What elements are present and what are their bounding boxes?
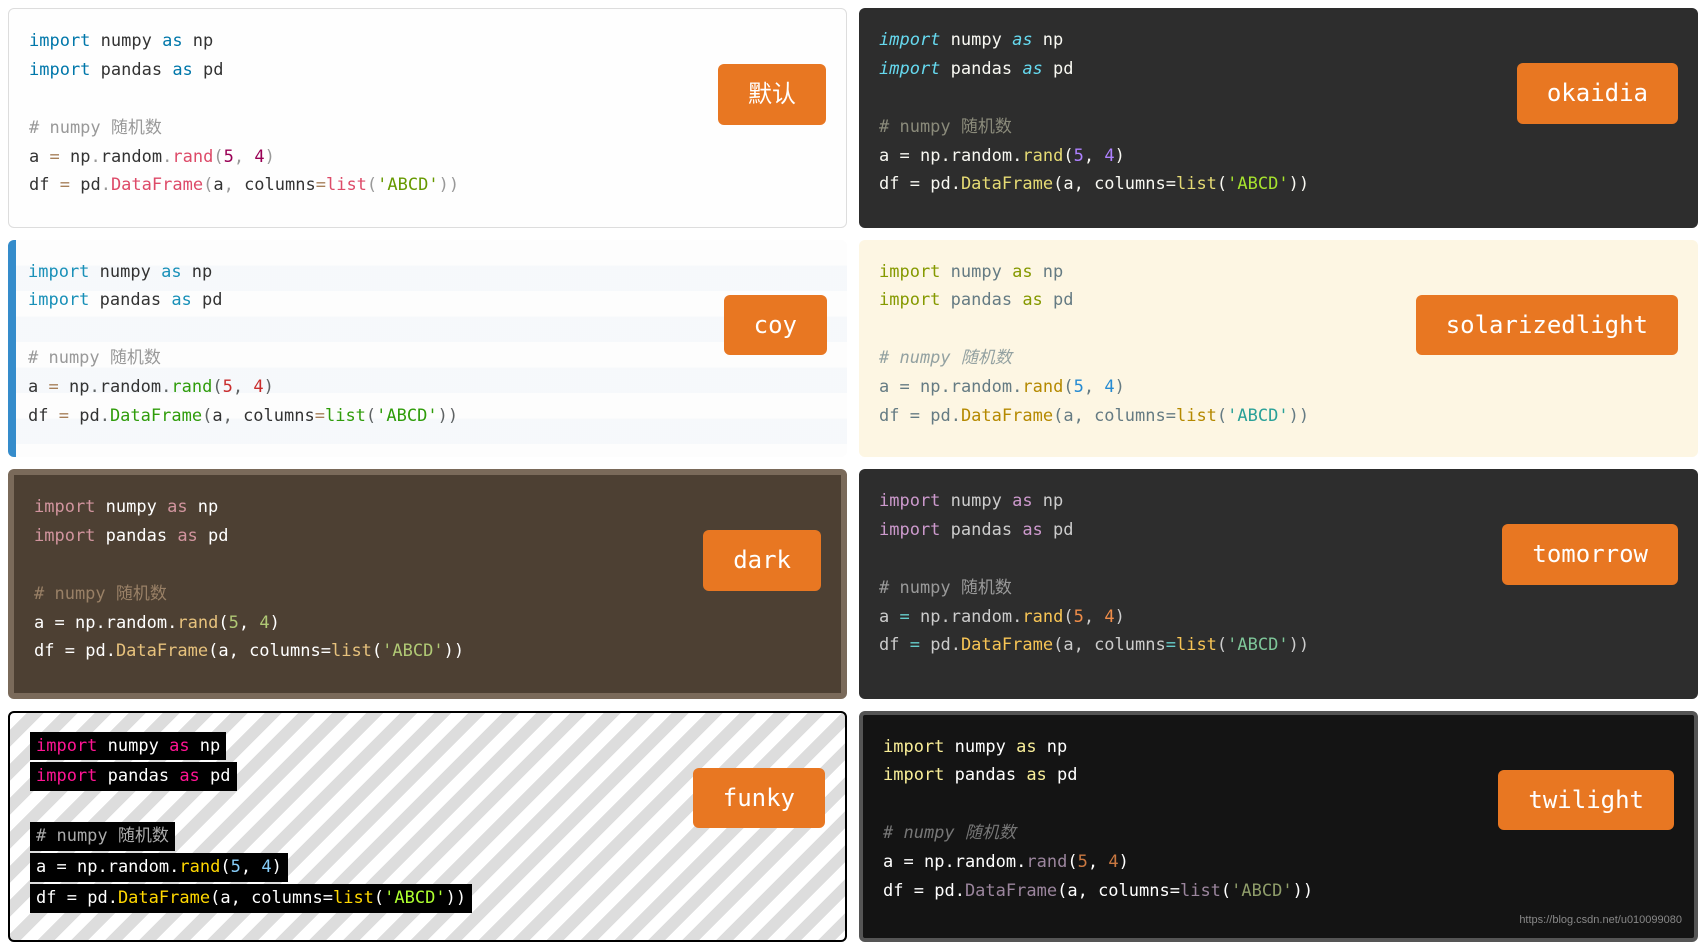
code-line: df = pd.DataFrame(a, columns=list('ABCD'… [29,171,826,200]
code-line [28,315,827,344]
theme-panel-twilight: twilight import numpy as np import panda… [859,711,1698,943]
code-line: df = pd.DataFrame(a, columns=list('ABCD'… [883,877,1674,906]
code-line: import numpy as np [879,26,1678,55]
code-line: a = np.random.rand(5, 4) [28,373,827,402]
code-line: df = pd.DataFrame(a, columns=list('ABCD'… [30,884,472,913]
code-line: a = np.random.rand(5, 4) [879,142,1678,171]
code-line: df = pd.DataFrame(a, columns=list('ABCD'… [879,402,1678,431]
code-line: import numpy as np [28,258,827,287]
theme-label-okaidia: okaidia [1517,63,1678,124]
code-line: a = np.random.rand(5, 4) [879,603,1678,632]
code-line: import numpy as np [29,27,826,56]
code-line: # numpy 随机数 [30,822,175,851]
code-line: a = np.random.rand(5, 4) [883,848,1674,877]
code-line: a = np.random.rand(5, 4) [30,853,288,882]
theme-label-solarizedlight: solarizedlight [1416,295,1678,356]
code-line: import numpy as np [879,258,1678,287]
code-line: df = pd.DataFrame(a, columns=list('ABCD'… [28,402,827,431]
code-line: import pandas as pd [28,286,827,315]
theme-panel-funky: funky import numpy as np import pandas a… [8,711,847,943]
theme-label-twilight: twilight [1498,770,1674,831]
watermark: https://blog.csdn.net/u010099080 [1519,911,1682,930]
theme-panel-coy: coy import numpy as np import pandas as … [8,240,847,458]
code-line: df = pd.DataFrame(a, columns=list('ABCD'… [879,631,1678,660]
theme-panel-okaidia: okaidia import numpy as np import pandas… [859,8,1698,228]
code-line: import numpy as np [34,493,821,522]
code-line: import numpy as np [883,733,1674,762]
theme-label-dark: dark [703,530,821,591]
code-line: a = np.random.rand(5, 4) [34,609,821,638]
theme-label-coy: coy [724,295,827,356]
code-line: import numpy as np [30,732,226,761]
code-line: # numpy 随机数 [29,114,826,143]
theme-label-funky: funky [693,768,825,829]
code-line: df = pd.DataFrame(a, columns=list('ABCD'… [879,170,1678,199]
code-line: # numpy 随机数 [28,344,827,373]
code-line: import pandas as pd [29,56,826,85]
code-line: import numpy as np [879,487,1678,516]
code-line [29,85,826,114]
code-line: import pandas as pd [30,762,237,791]
theme-panel-default: 默认 import numpy as np import pandas as p… [8,8,847,228]
theme-panel-tomorrow: tomorrow import numpy as np import panda… [859,469,1698,699]
code-line: a = np.random.rand(5, 4) [29,143,826,172]
code-line: a = np.random.rand(5, 4) [879,373,1678,402]
theme-panel-dark: dark import numpy as np import pandas as… [8,469,847,699]
code-line: df = pd.DataFrame(a, columns=list('ABCD'… [34,637,821,666]
theme-panel-solarizedlight: solarizedlight import numpy as np import… [859,240,1698,458]
theme-label-tomorrow: tomorrow [1502,524,1678,585]
theme-label-default: 默认 [718,64,826,125]
